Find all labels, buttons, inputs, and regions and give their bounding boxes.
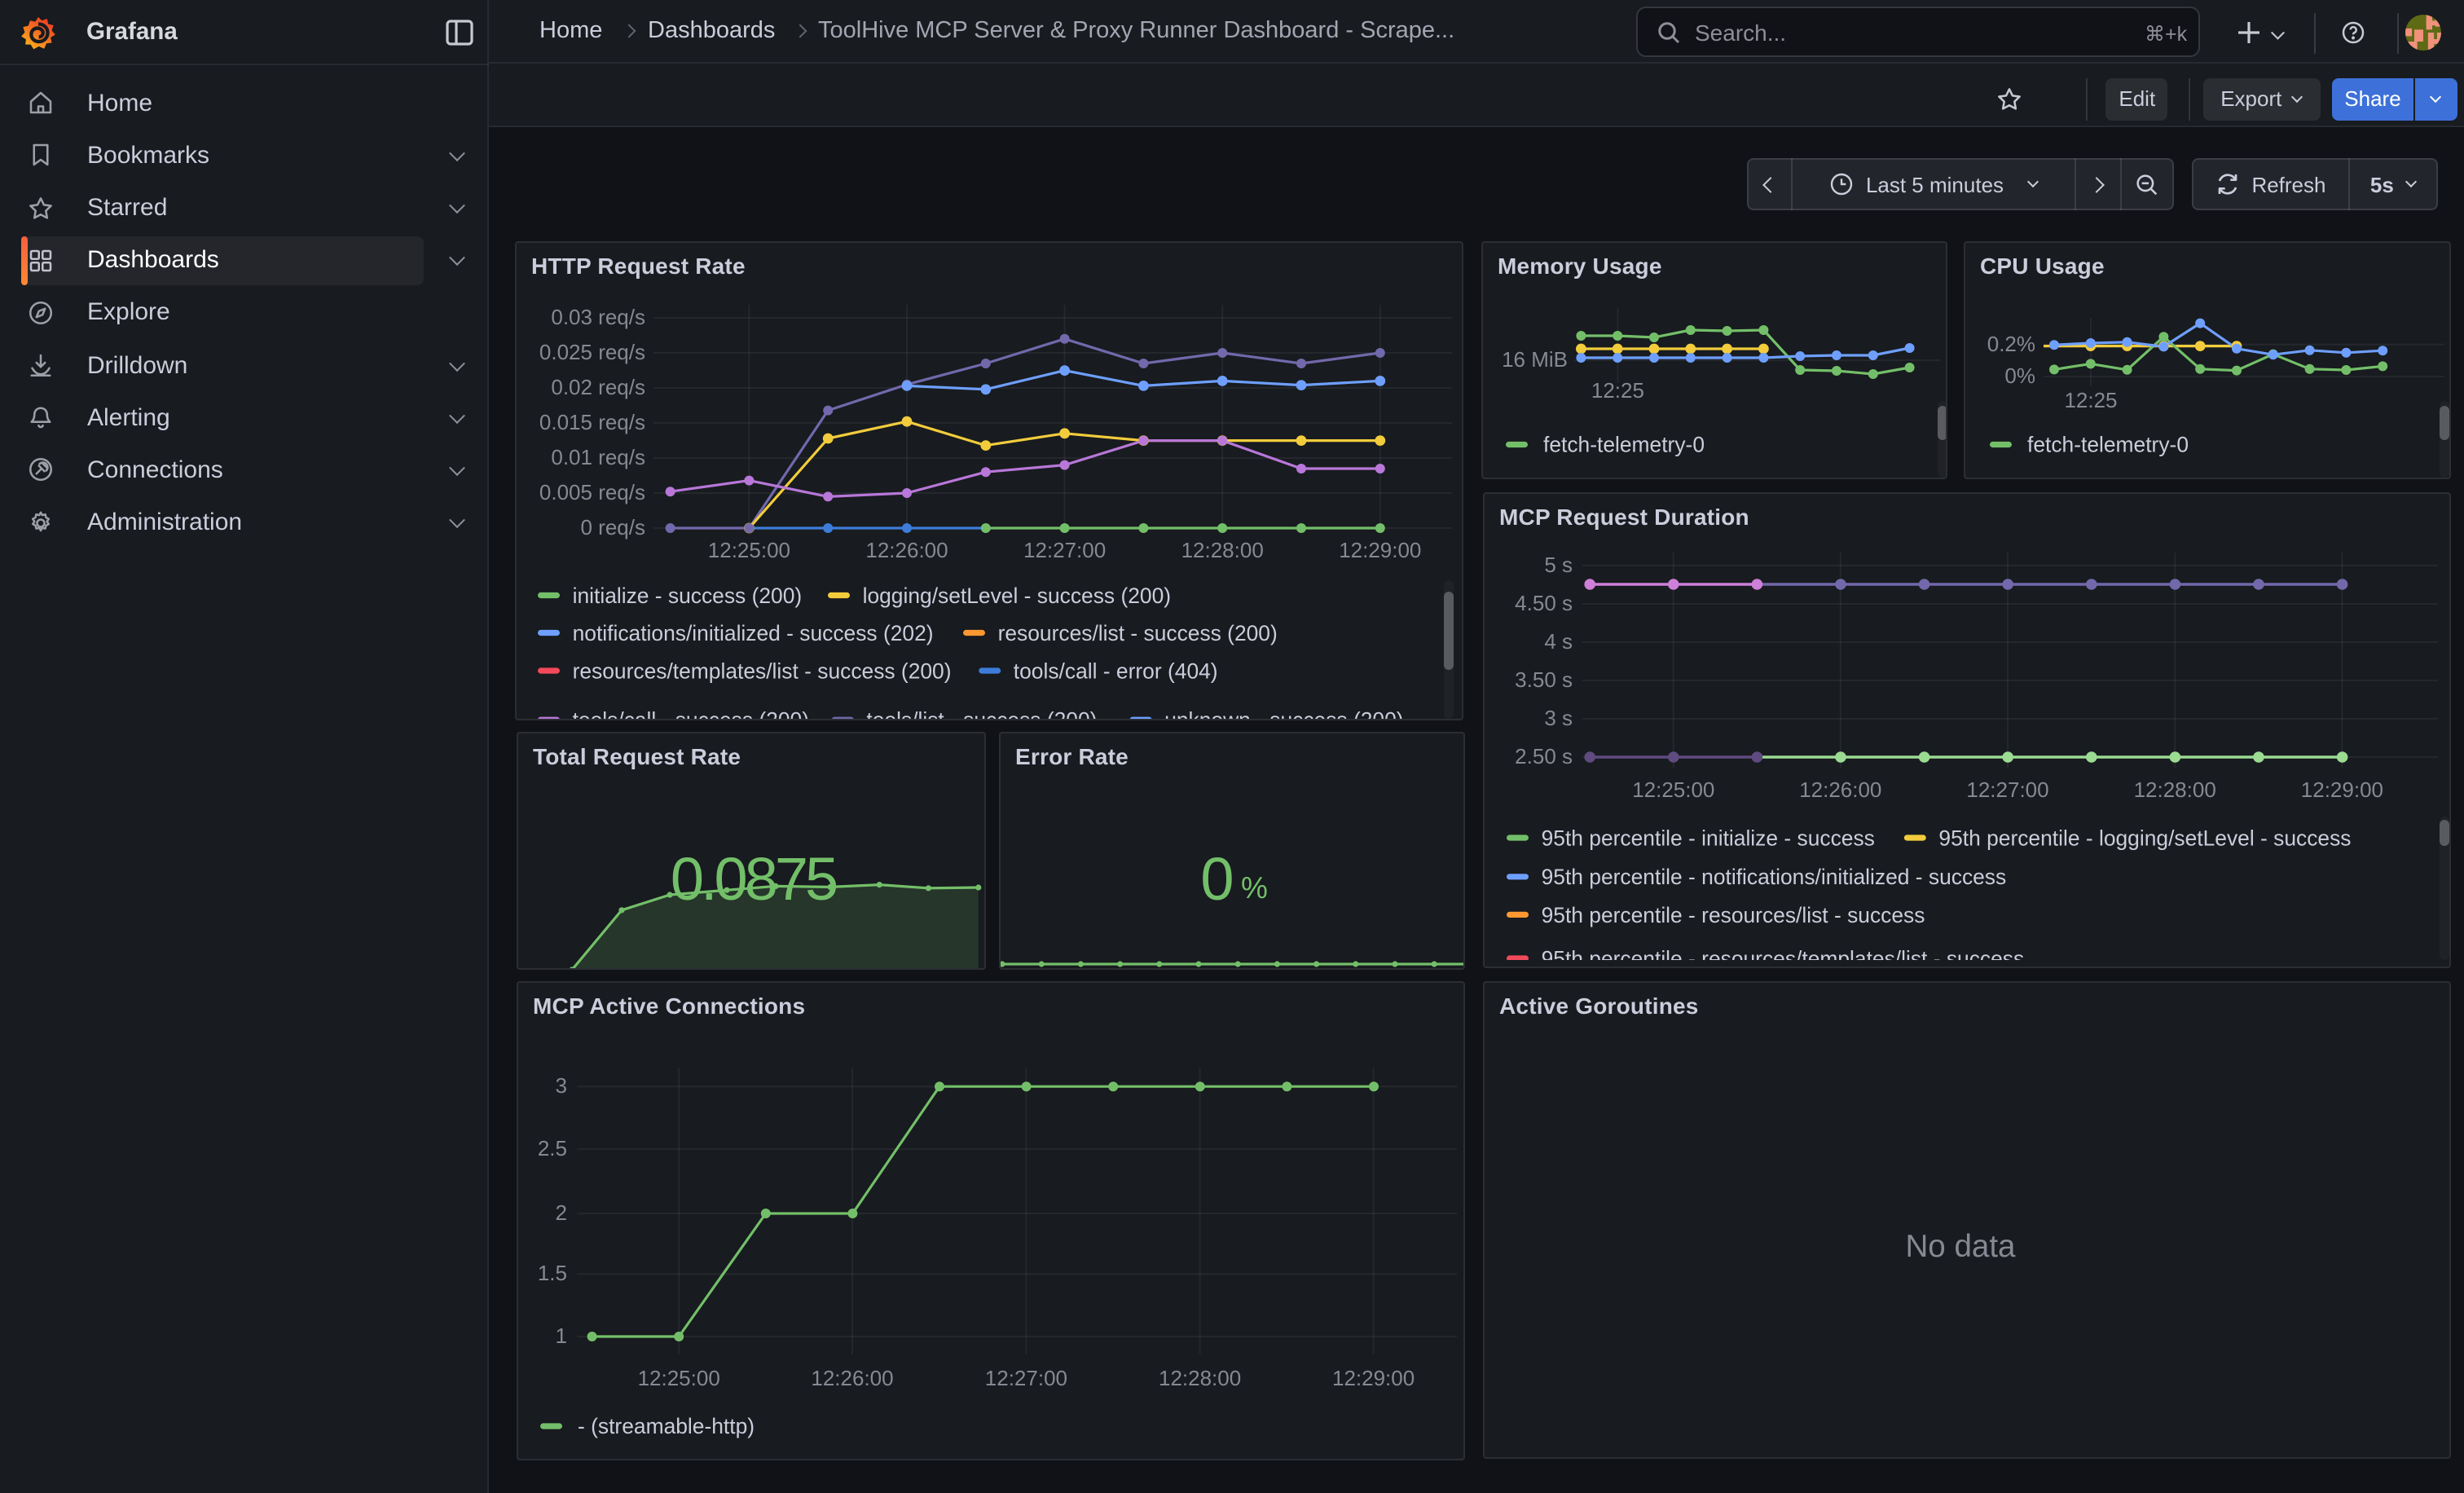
svg-text:12:27:00: 12:27:00 — [985, 1366, 1067, 1390]
svg-text:12:26:00: 12:26:00 — [865, 538, 948, 562]
svg-text:- (streamable-http): - (streamable-http) — [578, 1414, 755, 1438]
svg-text:tools/call - error (404): tools/call - error (404) — [1014, 658, 1218, 683]
svg-text:0.005 req/s: 0.005 req/s — [539, 480, 645, 504]
svg-text:0.0875: 0.0875 — [671, 845, 837, 913]
svg-text:12:25:00: 12:25:00 — [1632, 777, 1714, 802]
svg-text:0.01 req/s: 0.01 req/s — [551, 445, 645, 469]
svg-text:0.03 req/s: 0.03 req/s — [551, 305, 645, 329]
svg-text:95th percentile - resources/li: 95th percentile - resources/list - succe… — [1542, 903, 1925, 927]
svg-text:12:25: 12:25 — [2064, 388, 2117, 412]
svg-text:95th percentile - initialize -: 95th percentile - initialize - success — [1542, 826, 1875, 850]
svg-text:fetch-telemetry-0: fetch-telemetry-0 — [2027, 433, 2189, 457]
svg-text:2.5: 2.5 — [538, 1136, 567, 1160]
svg-text:0.025 req/s: 0.025 req/s — [539, 340, 645, 364]
svg-text:1.5: 1.5 — [538, 1261, 567, 1285]
svg-text:%: % — [1241, 871, 1268, 905]
svg-text:12:25:00: 12:25:00 — [638, 1366, 720, 1390]
svg-text:95th percentile - logging/setL: 95th percentile - logging/setLevel - suc… — [1938, 826, 2351, 850]
svg-text:logging/setLevel - success (20: logging/setLevel - success (200) — [863, 584, 1171, 608]
svg-text:tools/list - success (200): tools/list - success (200) — [866, 708, 1097, 720]
svg-text:12:27:00: 12:27:00 — [1966, 777, 2048, 802]
svg-text:12:29:00: 12:29:00 — [2301, 777, 2383, 802]
svg-text:12:28:00: 12:28:00 — [2134, 777, 2216, 802]
svg-text:1: 1 — [556, 1323, 567, 1348]
svg-text:12:29:00: 12:29:00 — [1339, 538, 1421, 562]
svg-text:5 s: 5 s — [1544, 553, 1573, 577]
svg-text:initialize - success (200): initialize - success (200) — [573, 584, 803, 608]
svg-text:resources/templates/list - suc: resources/templates/list - success (200) — [573, 658, 952, 683]
svg-text:12:26:00: 12:26:00 — [811, 1366, 893, 1390]
svg-text:3 s: 3 s — [1544, 706, 1573, 730]
svg-text:0.015 req/s: 0.015 req/s — [539, 410, 645, 434]
svg-text:3.50 s: 3.50 s — [1515, 667, 1573, 692]
svg-text:12:28:00: 12:28:00 — [1159, 1366, 1241, 1390]
svg-text:0.2%: 0.2% — [1987, 332, 2035, 356]
svg-text:0 req/s: 0 req/s — [581, 515, 646, 540]
svg-text:2: 2 — [556, 1200, 567, 1225]
svg-text:resources/list - success (200): resources/list - success (200) — [998, 621, 1278, 645]
svg-text:4.50 s: 4.50 s — [1515, 591, 1573, 615]
svg-text:3: 3 — [556, 1073, 567, 1098]
svg-text:12:26:00: 12:26:00 — [1799, 777, 1881, 802]
svg-text:12:25: 12:25 — [1591, 378, 1644, 403]
svg-text:notifications/initialized - su: notifications/initialized - success (202… — [573, 621, 934, 645]
svg-text:12:29:00: 12:29:00 — [1332, 1366, 1415, 1390]
svg-text:0%: 0% — [2004, 363, 2035, 388]
svg-text:95th percentile - notification: 95th percentile - notifications/initiali… — [1542, 865, 2007, 889]
svg-text:12:25:00: 12:25:00 — [708, 538, 790, 562]
svg-text:12:27:00: 12:27:00 — [1023, 538, 1106, 562]
svg-text:4 s: 4 s — [1544, 629, 1573, 654]
svg-text:unknown - success (200): unknown - success (200) — [1164, 708, 1403, 720]
svg-text:12:28:00: 12:28:00 — [1181, 538, 1264, 562]
svg-text:0.02 req/s: 0.02 req/s — [551, 375, 645, 399]
svg-text:2.50 s: 2.50 s — [1515, 744, 1573, 769]
svg-text:16 MiB: 16 MiB — [1502, 347, 1568, 372]
svg-text:fetch-telemetry-0: fetch-telemetry-0 — [1543, 433, 1705, 457]
svg-text:tools/call - success (200): tools/call - success (200) — [573, 708, 809, 720]
svg-text:0: 0 — [1200, 845, 1234, 913]
